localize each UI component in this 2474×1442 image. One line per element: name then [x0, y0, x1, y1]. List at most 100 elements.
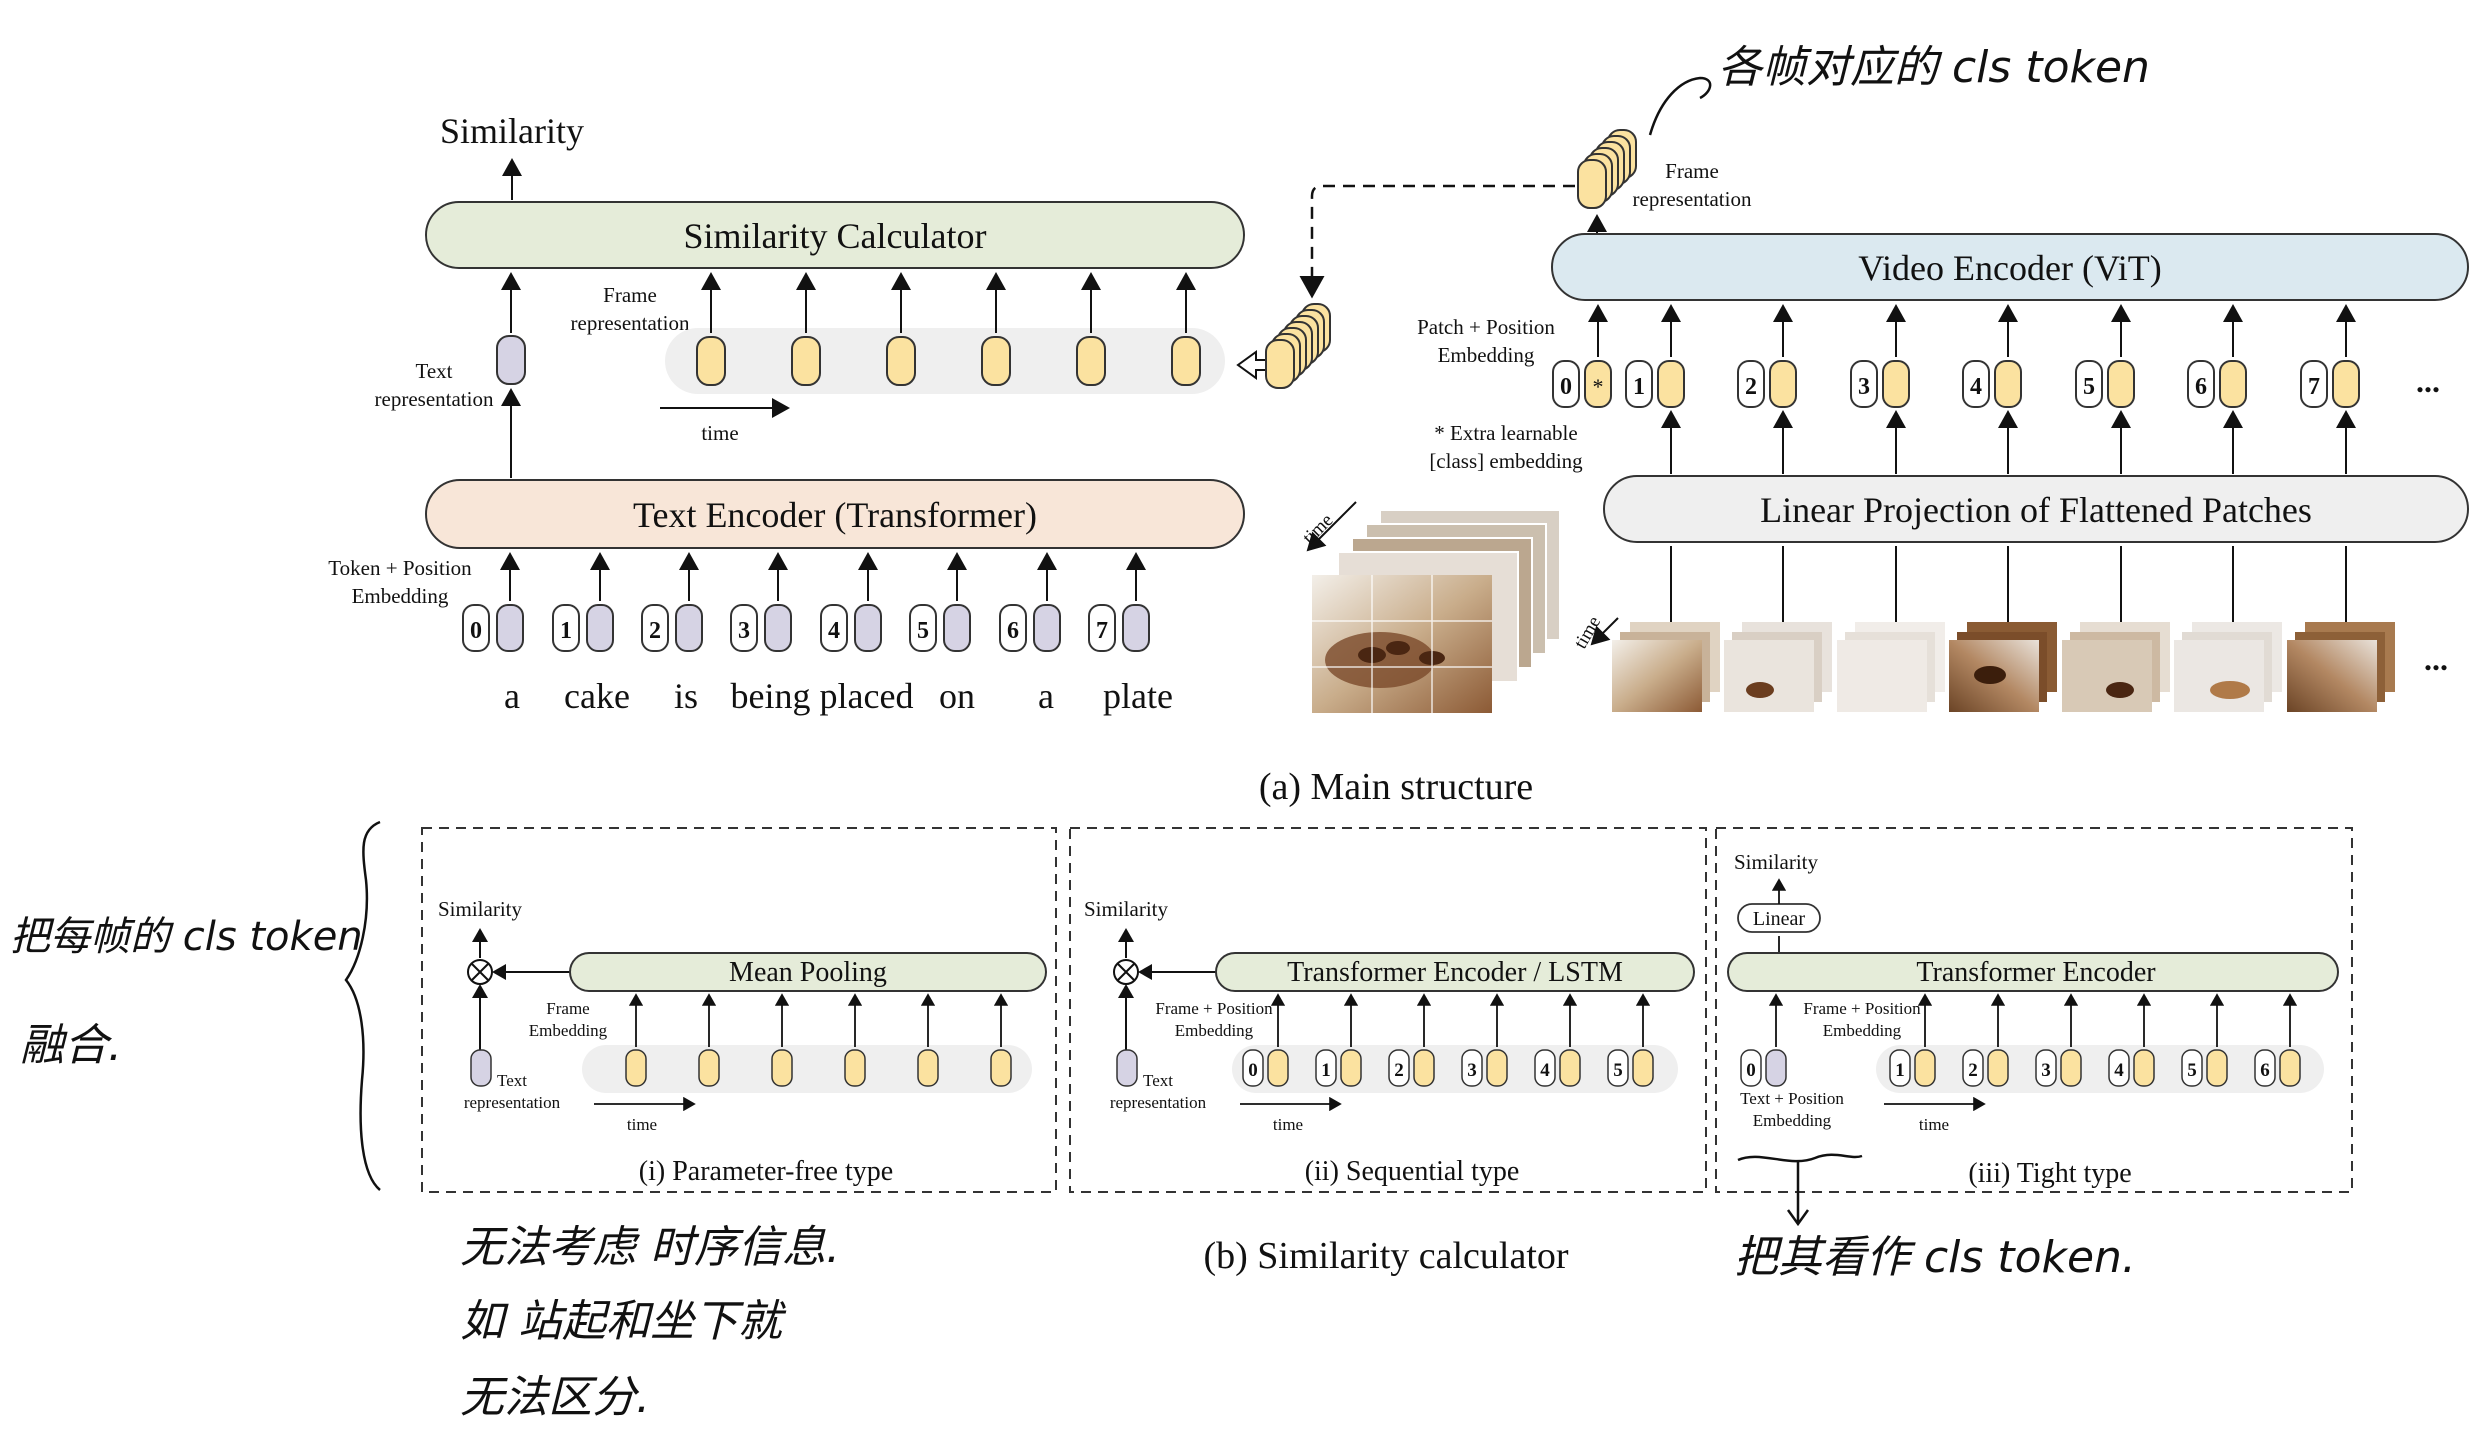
text-index: 0	[1746, 1060, 1756, 1081]
clip-time-label: time	[1299, 510, 1338, 549]
frame-label-line1: Frame + Position	[1155, 999, 1273, 1018]
text-token: 0	[462, 604, 524, 652]
frame-token	[791, 336, 821, 386]
frame-repr-label-line1: Frame	[603, 283, 657, 307]
patch-sequence-ellipsis: ...	[2424, 641, 2448, 677]
annotation-bottom-line3: 无法区分.	[460, 1372, 650, 1423]
patch-ellipsis: ...	[2416, 363, 2440, 399]
text-token: 1	[552, 604, 614, 652]
patch-sequence	[1612, 622, 1720, 712]
panel-time-label: time	[627, 1115, 657, 1134]
patch-pos-label-line2: Embedding	[1438, 343, 1535, 367]
frame-index: 1	[1895, 1060, 1905, 1081]
caption-word: a	[504, 676, 520, 716]
frame-repr-label-line2: representation	[571, 311, 690, 335]
frame-token	[917, 1049, 939, 1087]
annotation-bottom-line1: 无法考虑 时序信息.	[460, 1222, 840, 1273]
frame-index: 3	[1467, 1060, 1477, 1081]
text-token: 6	[999, 604, 1061, 652]
caption-word: is	[674, 676, 698, 716]
frame-index: 4	[2114, 1060, 2124, 1081]
caption-word: on	[939, 676, 975, 716]
text-token: 7	[1088, 604, 1150, 652]
stacked-frame-tokens	[1265, 303, 1331, 389]
panel-caption: (ii) Sequential type	[1305, 1156, 1520, 1187]
frame-token	[990, 1049, 1012, 1087]
frame-label-line2: Embedding	[1175, 1021, 1254, 1040]
caption-word: being placed	[731, 676, 914, 716]
video-clip-stack: time	[1299, 501, 1561, 713]
patch-sequence	[2287, 622, 2395, 712]
panel-similarity-label: Similarity	[1734, 850, 1819, 874]
linear-projection-label: Linear Projection of Flattened Patches	[1760, 490, 2312, 530]
text-label-line1: Text + Position	[1740, 1089, 1844, 1108]
panel-caption: (iii) Tight type	[1968, 1158, 2131, 1189]
figure-canvas: Similarity Similarity Calculator Text re…	[10, 42, 2469, 1423]
frame-token	[625, 1049, 647, 1087]
patch-time-label: time	[1570, 613, 1605, 653]
panel-tight: Similarity Linear Transformer Encoder 0 …	[1715, 827, 2353, 1193]
panel-time-label: time	[1273, 1115, 1303, 1134]
text-label-line2: Embedding	[1753, 1111, 1832, 1130]
text-token-index: 3	[738, 618, 750, 644]
patch-token-index: 6	[2195, 374, 2207, 400]
frame-token	[1171, 336, 1201, 386]
patch-sequence	[1724, 622, 1832, 712]
video-frame-repr-line1: Frame	[1665, 159, 1719, 183]
patch-token-index: 5	[2083, 374, 2095, 400]
panel-similarity-label: Similarity	[438, 897, 523, 921]
text-token-index: 5	[917, 618, 929, 644]
frame-token	[771, 1049, 793, 1087]
text-representation-token	[496, 335, 526, 385]
patch-sequence	[2062, 622, 2170, 712]
extra-learnable-line1: * Extra learnable	[1434, 421, 1577, 445]
patch-token: 6	[2187, 360, 2247, 408]
text-token-index: 4	[828, 618, 840, 644]
text-token-index: 2	[649, 618, 661, 644]
linear-label: Linear	[1753, 908, 1806, 930]
patch-token-row: 0 * 1 2 3 4 5 6 7 ...	[1552, 360, 2440, 408]
panel-parameter-free: Similarity Mean Pooling Text representat…	[421, 827, 1057, 1193]
video-frame-repr-line2: representation	[1633, 187, 1752, 211]
patch-token-index: 3	[1858, 374, 1870, 400]
patch-sequence	[1949, 622, 2057, 712]
frame-index: 3	[2041, 1060, 2051, 1081]
patch-token: 1	[1625, 360, 1685, 408]
frame-label-line1: Frame + Position	[1803, 999, 1921, 1018]
frame-index: 4	[1540, 1060, 1550, 1081]
panel-frame	[421, 827, 1057, 1193]
frame-label-line2: Embedding	[529, 1021, 608, 1040]
patch-token: 5	[2075, 360, 2135, 408]
transformer-lstm-label: Transformer Encoder / LSTM	[1287, 957, 1623, 988]
annotation-left-brace	[344, 820, 381, 1191]
dashed-connector	[1299, 184, 1575, 299]
video-encoder-label: Video Encoder (ViT)	[1858, 248, 2162, 288]
text-token: 3	[730, 604, 792, 652]
caption-word: a	[1038, 676, 1054, 716]
text-label-line1: Text	[497, 1071, 527, 1090]
transformer-encoder-label: Transformer Encoder	[1916, 957, 2156, 988]
text-token-row: 0 1 2 3 4 5 6 7	[462, 604, 1150, 652]
frame-index: 1	[1321, 1060, 1331, 1081]
text-token-index: 7	[1096, 618, 1108, 644]
patch-token-index: 1	[1633, 374, 1645, 400]
text-representation-token	[1116, 1049, 1138, 1087]
panel-caption: (i) Parameter-free type	[639, 1156, 893, 1187]
class-token: 0 *	[1552, 360, 1612, 408]
text-token-index: 1	[560, 618, 572, 644]
text-token-index: 0	[470, 618, 482, 644]
frame-token-band	[665, 328, 1225, 394]
frame-token	[844, 1049, 866, 1087]
frame-label-line2: Embedding	[1823, 1021, 1902, 1040]
patch-sequence-row: ... time	[1570, 613, 2448, 712]
text-token: 5	[909, 604, 971, 652]
extra-learnable-line2: [class] embedding	[1429, 449, 1583, 473]
time-label: time	[701, 421, 738, 445]
annotation-left-line2: 融合.	[20, 1020, 122, 1071]
patch-token: 7	[2300, 360, 2360, 408]
frame-token	[981, 336, 1011, 386]
main-structure-caption: (a) Main structure	[1259, 766, 1533, 808]
patch-token-index: 2	[1745, 374, 1757, 400]
patch-pos-label-line1: Patch + Position	[1417, 315, 1555, 339]
patch-token: 4	[1962, 360, 2022, 408]
